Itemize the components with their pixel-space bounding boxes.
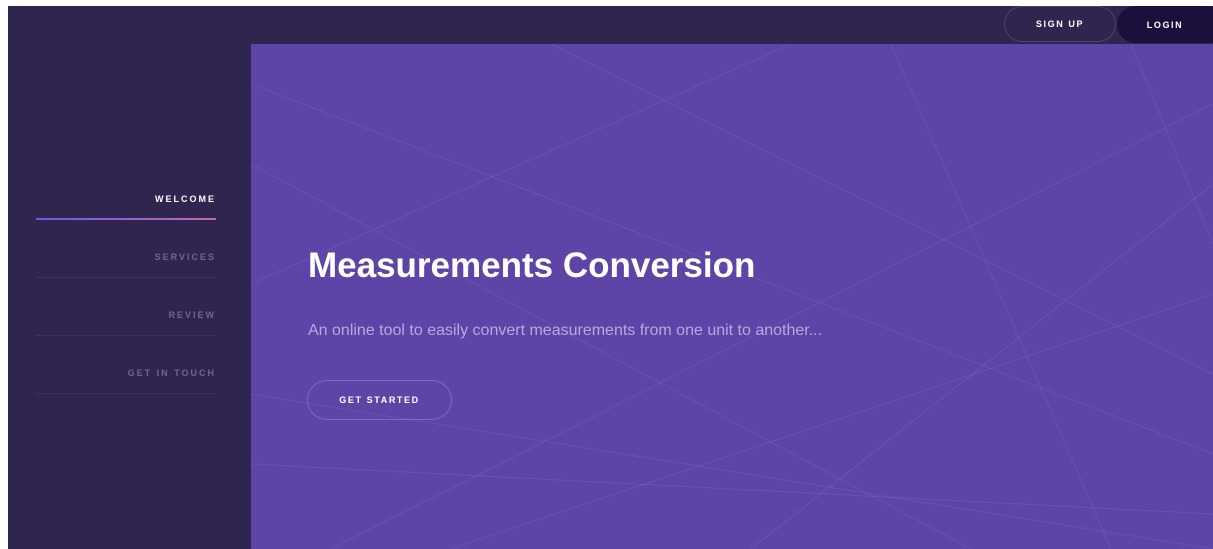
hero-section: Measurements Conversion An online tool t… [251,44,1213,549]
hero-title: Measurements Conversion [308,246,756,285]
app-frame: SIGN UP LOGIN WELCOME SERVICES REVIEW GE… [8,6,1213,549]
nav-item-get-in-touch[interactable]: GET IN TOUCH [36,368,216,394]
get-started-button[interactable]: GET STARTED [307,380,452,420]
sidebar-nav: WELCOME SERVICES REVIEW GET IN TOUCH [8,44,251,549]
top-bar: SIGN UP LOGIN [8,6,1213,44]
nav-item-services[interactable]: SERVICES [36,252,216,278]
nav-item-welcome[interactable]: WELCOME [36,194,216,220]
background-lines-pattern [251,44,1213,549]
hero-subtitle: An online tool to easily convert measure… [308,322,823,339]
login-button[interactable]: LOGIN [1117,6,1213,43]
nav-item-review[interactable]: REVIEW [36,310,216,336]
sign-up-button[interactable]: SIGN UP [1004,6,1116,42]
